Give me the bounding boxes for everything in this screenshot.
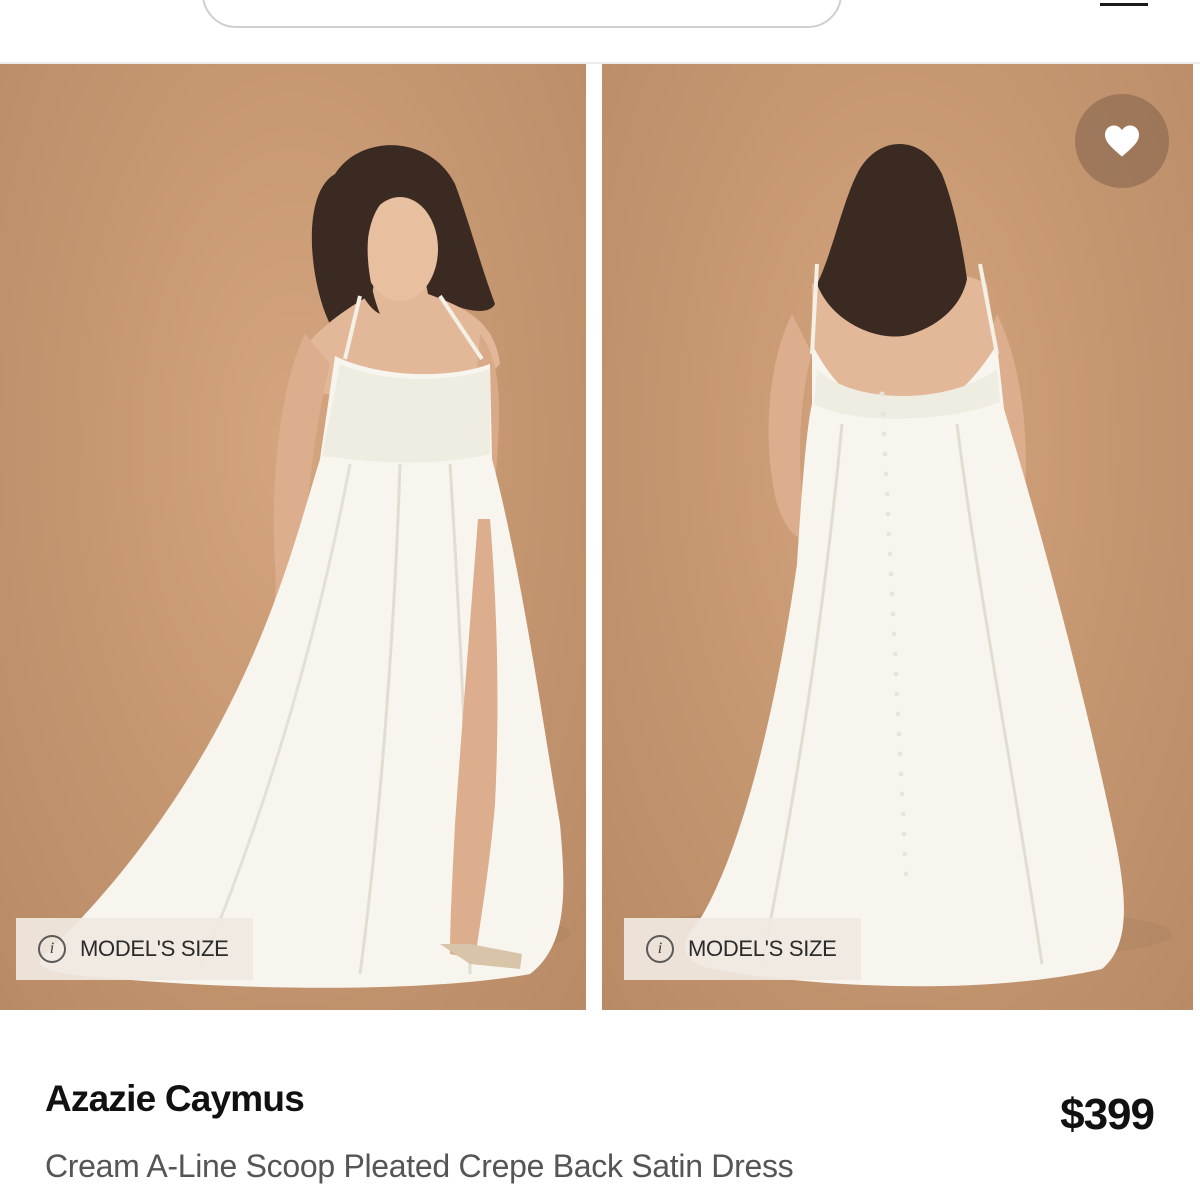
models-size-badge[interactable]: i MODEL'S SIZE — [16, 918, 253, 980]
favorite-button[interactable] — [1075, 94, 1169, 188]
models-size-label: MODEL'S SIZE — [688, 936, 837, 961]
model-front-illustration — [30, 145, 570, 988]
product-description[interactable]: Cream A-Line Scoop Pleated Crepe Back Sa… — [45, 1148, 794, 1185]
product-page: i MODEL'S SIZE i MODEL'S SIZE Azazie Cay… — [0, 0, 1200, 1200]
product-gallery: i MODEL'S SIZE i MODEL'S SIZE — [0, 64, 1200, 1010]
product-image-back[interactable]: i MODEL'S SIZE — [602, 64, 1193, 1010]
product-price: $399 — [1060, 1090, 1155, 1139]
product-info: Azazie Caymus $399 Cream A-Line Scoop Pl… — [0, 1010, 1200, 1200]
heart-icon — [1105, 125, 1139, 157]
model-back-illustration — [632, 144, 1172, 987]
product-image-front[interactable]: i MODEL'S SIZE — [0, 64, 586, 1010]
product-brand[interactable]: Azazie Caymus — [45, 1078, 305, 1120]
models-size-badge[interactable]: i MODEL'S SIZE — [624, 918, 861, 980]
search-input[interactable] — [202, 0, 842, 28]
top-bar — [0, 0, 1200, 64]
info-icon: i — [646, 935, 674, 963]
models-size-label: MODEL'S SIZE — [80, 936, 229, 961]
hamburger-menu-icon[interactable] — [1100, 0, 1148, 6]
info-icon: i — [38, 935, 66, 963]
